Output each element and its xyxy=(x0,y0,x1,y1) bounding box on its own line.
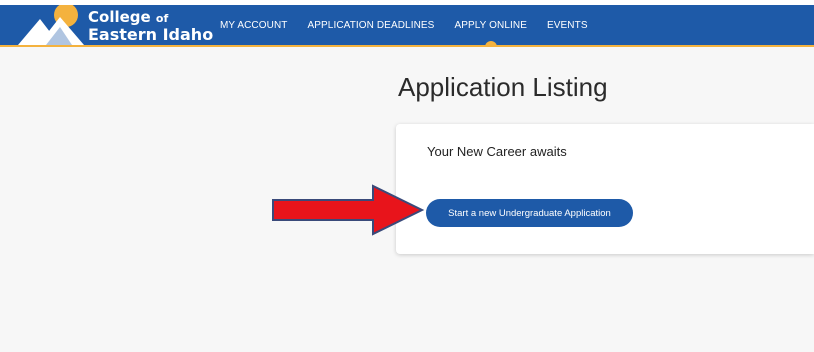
nav-item-application-deadlines[interactable]: APPLICATION DEADLINES xyxy=(308,20,435,31)
top-navbar: College of Eastern Idaho MY ACCOUNT APPL… xyxy=(0,5,814,47)
arrow-right-icon xyxy=(272,184,425,236)
nav-item-my-account[interactable]: MY ACCOUNT xyxy=(220,20,288,31)
college-logo[interactable]: College of Eastern Idaho xyxy=(16,5,213,47)
application-card: Your New Career awaits Start a new Under… xyxy=(396,124,814,254)
logo-text: College of Eastern Idaho xyxy=(88,9,213,43)
logo-line-2: Eastern Idaho xyxy=(88,25,214,44)
card-heading: Your New Career awaits xyxy=(427,144,567,159)
page-title: Application Listing xyxy=(398,72,608,102)
nav-item-apply-online[interactable]: APPLY ONLINE xyxy=(454,20,527,47)
nav-item-events[interactable]: EVENTS xyxy=(547,20,588,31)
start-undergraduate-application-button[interactable]: Start a new Undergraduate Application xyxy=(426,199,633,227)
main-nav: MY ACCOUNT APPLICATION DEADLINES APPLY O… xyxy=(220,5,608,47)
mountain-sun-icon xyxy=(18,5,84,45)
